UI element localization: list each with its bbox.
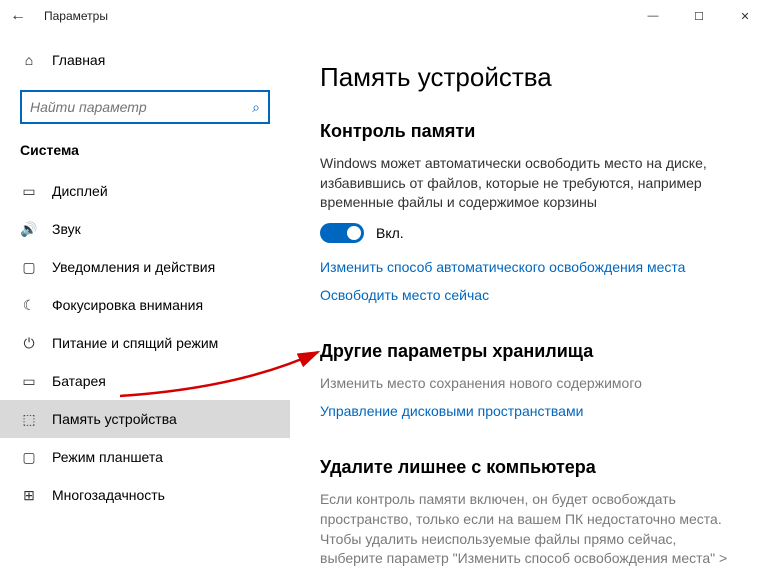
window-controls: — ☐ ✕	[630, 0, 768, 32]
search-input-wrapper[interactable]: ⌕	[20, 90, 270, 124]
nav-item-notifications[interactable]: ▢Уведомления и действия	[0, 248, 290, 286]
multitask-icon: ⊞	[20, 487, 38, 504]
minimize-button[interactable]: —	[630, 0, 676, 32]
nav-list: ▭Дисплей 🔊Звук ▢Уведомления и действия ☾…	[0, 172, 290, 514]
link-free-now[interactable]: Освободить место сейчас	[320, 287, 738, 303]
nav-item-multitask[interactable]: ⊞Многозадачность	[0, 476, 290, 514]
other-heading: Другие параметры хранилища	[320, 341, 738, 362]
search-input[interactable]	[30, 99, 252, 115]
toggle-label: Вкл.	[376, 225, 404, 241]
window-title: Параметры	[44, 9, 108, 23]
display-icon: ▭	[20, 183, 38, 200]
page-title: Память устройства	[320, 62, 738, 93]
link-manage-spaces[interactable]: Управление дисковыми пространствами	[320, 403, 738, 419]
nav-item-focus[interactable]: ☾Фокусировка внимания	[0, 286, 290, 324]
nav-item-sound[interactable]: 🔊Звук	[0, 210, 290, 248]
sound-icon: 🔊	[20, 221, 38, 238]
focus-icon: ☾	[20, 297, 38, 314]
search-icon: ⌕	[252, 99, 260, 116]
battery-icon: ▭	[20, 373, 38, 390]
storage-sense-toggle[interactable]	[320, 223, 364, 243]
nav-item-tablet[interactable]: ▢Режим планшета	[0, 438, 290, 476]
nav-item-storage[interactable]: ⬚Память устройства	[0, 400, 290, 438]
storage-icon: ⬚	[20, 411, 38, 428]
change-save-location[interactable]: Изменить место сохранения нового содержи…	[320, 374, 738, 394]
control-heading: Контроль памяти	[320, 121, 738, 142]
power-icon: ⏻	[20, 335, 38, 352]
close-button[interactable]: ✕	[722, 0, 768, 32]
category-heading: Система	[0, 138, 290, 172]
home-link[interactable]: ⌂ Главная	[0, 40, 290, 80]
control-desc: Windows может автоматически освободить м…	[320, 154, 738, 213]
back-button[interactable]: ←	[8, 7, 28, 25]
home-icon: ⌂	[20, 52, 38, 68]
notifications-icon: ▢	[20, 259, 38, 276]
maximize-button[interactable]: ☐	[676, 0, 722, 32]
annotation-arrow	[120, 348, 330, 398]
cleanup-desc: Если контроль памяти включен, он будет о…	[320, 490, 738, 570]
home-label: Главная	[52, 52, 105, 68]
main-content: Память устройства Контроль памяти Window…	[290, 32, 768, 570]
nav-item-display[interactable]: ▭Дисплей	[0, 172, 290, 210]
link-change-free-method[interactable]: Изменить способ автоматического освобожд…	[320, 259, 738, 275]
tablet-icon: ▢	[20, 449, 38, 466]
storage-sense-toggle-row: Вкл.	[320, 223, 738, 243]
cleanup-heading: Удалите лишнее с компьютера	[320, 457, 738, 478]
sidebar: ⌂ Главная ⌕ Система ▭Дисплей 🔊Звук ▢Увед…	[0, 32, 290, 570]
